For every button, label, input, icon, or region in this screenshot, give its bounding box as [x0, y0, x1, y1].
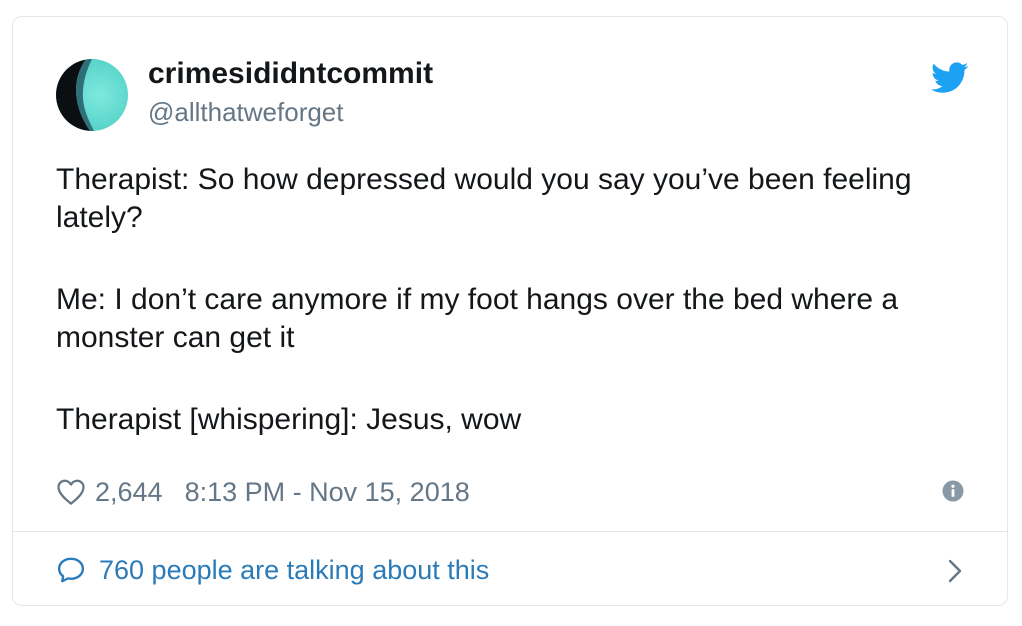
divider [13, 531, 1007, 532]
tweet-paragraph: Therapist [whispering]: Jesus, wow [56, 403, 522, 436]
twitter-bird-icon[interactable] [931, 62, 969, 94]
tweet-meta-row: 2,644 8:13 PM - Nov 15, 2018 [56, 474, 470, 510]
like-count[interactable]: 2,644 [95, 477, 163, 508]
timestamp[interactable]: 8:13 PM - Nov 15, 2018 [185, 477, 470, 508]
chevron-right-icon[interactable] [945, 558, 965, 584]
avatar-image [56, 59, 128, 131]
conversation-label: 760 people are talking about this [99, 554, 490, 585]
heart-icon[interactable] [56, 478, 86, 506]
avatar[interactable] [56, 59, 128, 131]
author-display-name[interactable]: crimesididntcommit [148, 57, 433, 91]
tweet-card: crimesididntcommit @allthatweforget Ther… [12, 16, 1008, 606]
conversation-link[interactable]: 760 people are talking about this [56, 552, 966, 588]
info-icon[interactable] [942, 480, 964, 502]
speech-bubble-icon [57, 557, 85, 583]
tweet-text: Therapist: So how depressed would you sa… [56, 161, 986, 483]
tweet-paragraph: Therapist: So how depressed would you sa… [56, 163, 920, 234]
tweet-paragraph: Me: I don’t care anymore if my foot hang… [56, 283, 907, 354]
author-handle[interactable]: @allthatweforget [148, 97, 344, 128]
